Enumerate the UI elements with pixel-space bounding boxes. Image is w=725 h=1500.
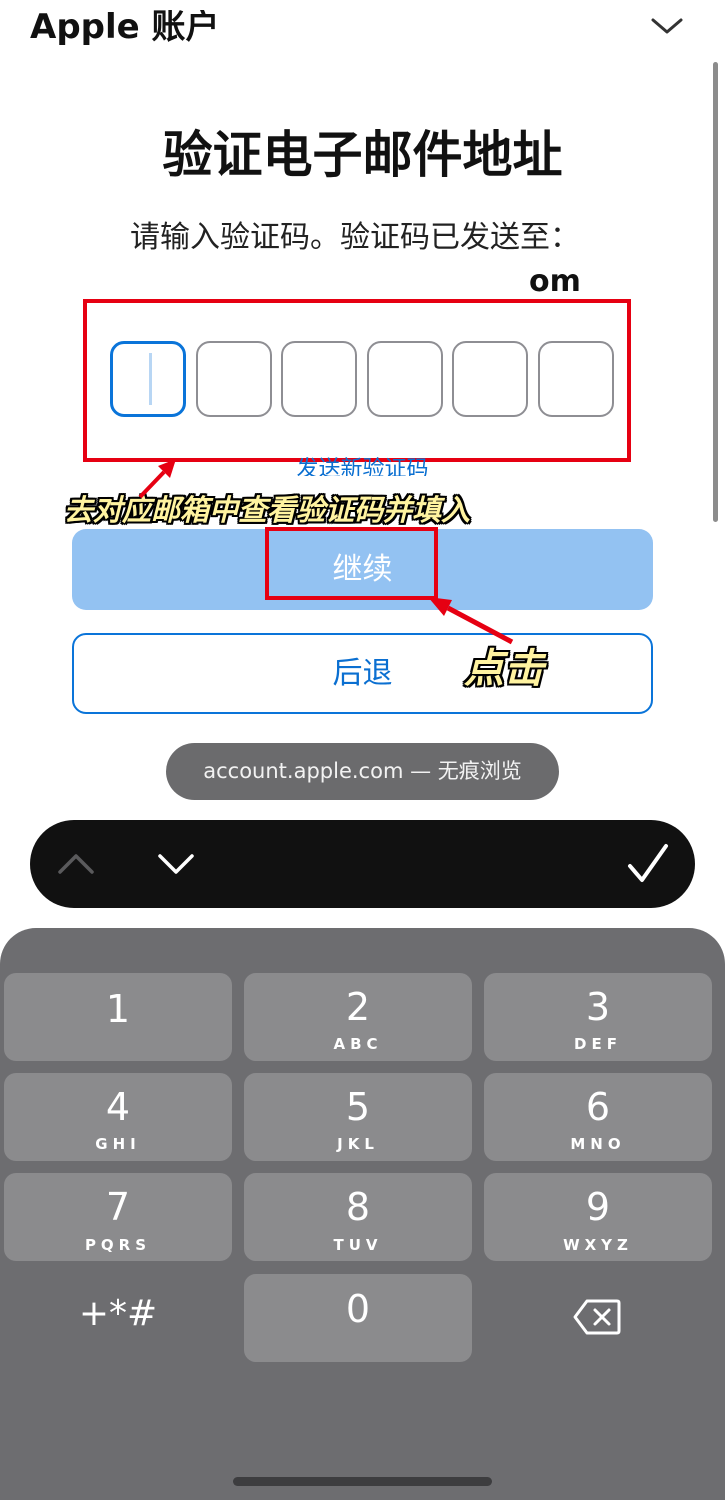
key-letters: DEF	[574, 1035, 622, 1053]
chevron-down-icon[interactable]	[156, 848, 196, 880]
key-letters: TUV	[333, 1236, 383, 1254]
key-letters: ABC	[333, 1035, 383, 1053]
keyboard-accessory-bar	[30, 820, 695, 908]
key-symbols[interactable]: +*#	[4, 1292, 232, 1336]
chevron-up-icon[interactable]	[56, 848, 96, 880]
annotation-code-hint: 去对应邮箱中查看验证码并填入	[64, 493, 471, 527]
key-digit: 7	[105, 1185, 131, 1229]
key-letters: MNO	[570, 1135, 626, 1153]
header-title: Apple 账户	[30, 7, 220, 47]
key-digit: 6	[585, 1085, 611, 1129]
chevron-down-icon[interactable]	[650, 14, 684, 38]
backspace-icon[interactable]	[573, 1298, 621, 1336]
key-letters: JKL	[337, 1135, 379, 1153]
email-address: om	[529, 264, 581, 299]
key-digit: 8	[345, 1185, 371, 1229]
instruction-text: 请输入验证码。验证码已发送至：	[130, 220, 580, 255]
resend-code-link[interactable]: 发送新验证码	[0, 454, 725, 476]
annotation-highlight-code	[83, 299, 631, 462]
key-digit: 9	[585, 1185, 611, 1229]
key-letters: GHI	[95, 1135, 141, 1153]
key-digit: 2	[345, 985, 371, 1029]
url-pill-text: account.apple.com — 无痕浏览	[203, 759, 522, 783]
annotation-click-hint: 点击	[464, 646, 544, 692]
key-digit: 4	[105, 1085, 131, 1129]
key-digit: 3	[585, 985, 611, 1029]
key-digit: 5	[345, 1085, 371, 1129]
annotation-highlight-continue	[265, 527, 438, 600]
back-button-label: 后退	[332, 656, 393, 691]
home-indicator[interactable]	[233, 1477, 492, 1486]
checkmark-icon[interactable]	[624, 842, 670, 886]
key-digit: 0	[345, 1287, 371, 1331]
key-letters: WXYZ	[563, 1236, 633, 1254]
key-digit: 1	[105, 987, 131, 1031]
page-title: 验证电子邮件地址	[162, 126, 563, 184]
key-letters: PQRS	[84, 1236, 152, 1254]
